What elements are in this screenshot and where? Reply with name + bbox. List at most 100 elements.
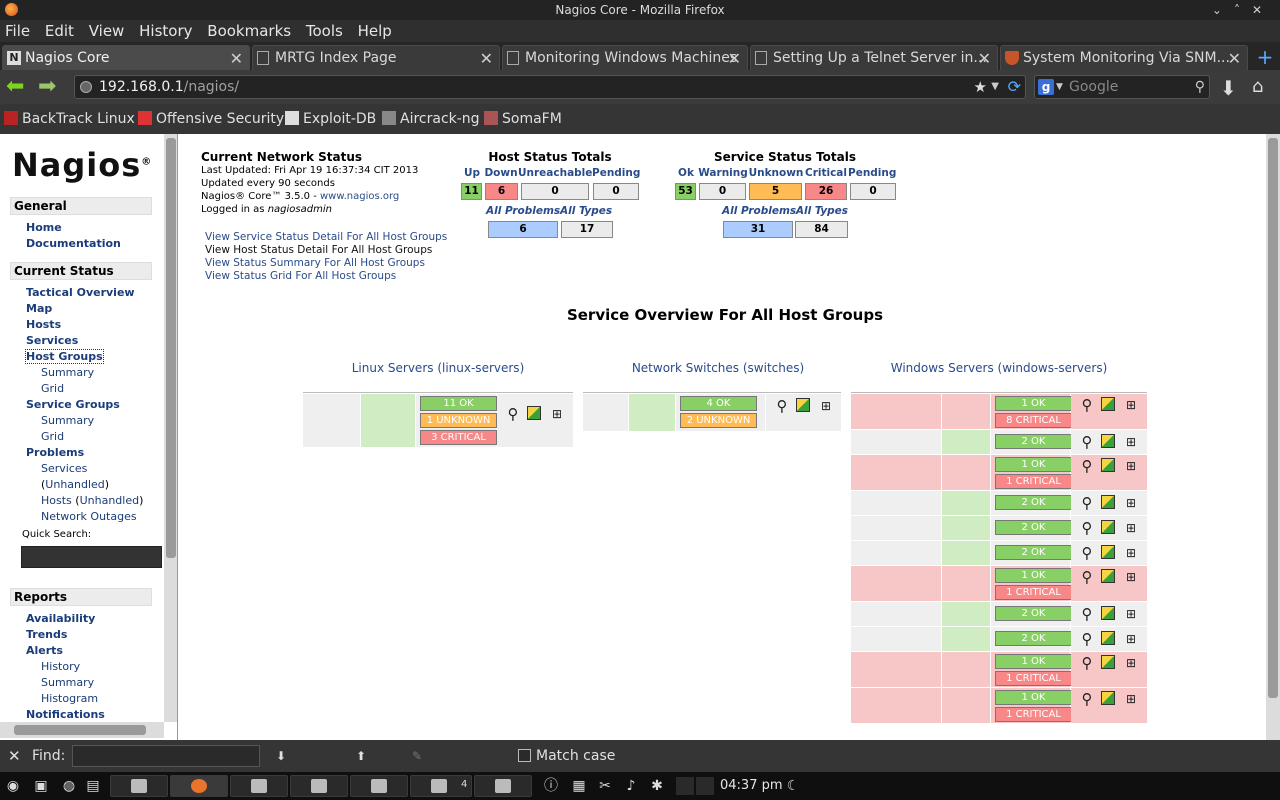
tab-snmp[interactable]: System Monitoring Via SNM... ✕ <box>1000 45 1248 70</box>
service-badge-critical[interactable]: 1 CRITICAL <box>995 585 1072 600</box>
bookmark-somafm[interactable]: SomaFM <box>484 104 562 134</box>
bookmark-backtrack[interactable]: BackTrack Linux <box>4 104 135 134</box>
forward-button[interactable]: ➡ <box>38 76 62 98</box>
link-notifications[interactable]: Notifications <box>26 708 105 721</box>
host-cell[interactable] <box>851 430 941 454</box>
link-service-status-detail[interactable]: View Service Status Detail For All Host … <box>205 231 447 243</box>
close-find-icon[interactable]: ✕ <box>8 740 21 772</box>
taskbar-window-3[interactable] <box>230 775 288 797</box>
svc-hdr-warning[interactable]: Warning <box>698 167 748 179</box>
network-map-icon[interactable]: ⊞ <box>1123 520 1139 536</box>
volume-icon[interactable]: ♪ <box>622 777 640 795</box>
link-problem-services[interactable]: Services <box>41 462 87 475</box>
host-cell[interactable] <box>303 394 360 447</box>
service-badge-critical[interactable]: 1 CRITICAL <box>995 707 1072 722</box>
close-tab-icon[interactable]: ✕ <box>230 46 243 70</box>
service-badge-ok[interactable]: 2 OK <box>995 520 1072 535</box>
network-map-icon[interactable]: ⊞ <box>1123 631 1139 647</box>
svc-count-critical[interactable]: 26 <box>805 183 847 200</box>
bluetooth-icon[interactable]: ✱ <box>648 777 666 795</box>
link-hosts[interactable]: Hosts <box>26 318 61 331</box>
magnifier-icon[interactable]: ⚲ <box>1079 520 1095 536</box>
scrollbar-thumb[interactable] <box>166 138 176 558</box>
bookmark-star-icon[interactable]: ★ <box>974 76 987 98</box>
link-host-groups[interactable]: Host Groups <box>25 349 104 364</box>
menu-file[interactable]: File <box>5 22 30 40</box>
sidebar-vertical-scrollbar[interactable] <box>164 134 177 722</box>
link-host-status-detail[interactable]: View Host Status Detail For All Host Gro… <box>205 244 432 256</box>
menu-bookmarks[interactable]: Bookmarks <box>207 22 291 40</box>
host-cell[interactable] <box>851 602 941 626</box>
host-detail-icon[interactable] <box>1101 655 1115 669</box>
host-detail-icon[interactable] <box>1101 495 1115 509</box>
menu-help[interactable]: Help <box>358 22 392 40</box>
magnifier-icon[interactable]: ⚲ <box>774 398 790 414</box>
scrollbar-thumb[interactable] <box>1268 138 1278 698</box>
link-availability[interactable]: Availability <box>26 612 95 625</box>
host-detail-icon[interactable] <box>1101 458 1115 472</box>
service-badge-unknown[interactable]: 1 UNKNOWN <box>420 413 497 428</box>
host-cell[interactable] <box>851 516 941 540</box>
host-hdr-all-types[interactable]: All Types <box>560 205 612 217</box>
group-alias-link[interactable]: switches <box>748 361 800 375</box>
network-map-icon[interactable]: ⊞ <box>818 398 834 414</box>
svc-count-warning[interactable]: 0 <box>699 183 746 200</box>
svc-hdr-unknown[interactable]: Unknown <box>748 167 804 179</box>
tab-telnet-server[interactable]: Setting Up a Telnet Server in... ✕ <box>750 45 998 70</box>
service-badge-ok[interactable]: 1 OK <box>995 396 1072 411</box>
link-services[interactable]: Services <box>26 334 78 347</box>
link-servicegroup-grid[interactable]: Grid <box>41 430 64 443</box>
menu-edit[interactable]: Edit <box>45 22 74 40</box>
match-case-checkbox[interactable] <box>518 749 531 762</box>
find-next-icon[interactable]: ⬇ <box>276 740 286 772</box>
close-tab-icon[interactable]: ✕ <box>480 46 493 70</box>
svc-hdr-pending[interactable]: Pending <box>848 167 896 179</box>
link-hostgroup-summary[interactable]: Summary <box>41 366 94 379</box>
host-hdr-unreachable[interactable]: Unreachable <box>518 167 592 179</box>
host-detail-icon[interactable] <box>1101 606 1115 620</box>
svc-count-pending[interactable]: 0 <box>850 183 896 200</box>
power-icon[interactable]: ☾ <box>784 777 802 795</box>
link-alerts[interactable]: Alerts <box>26 644 63 657</box>
service-badge-critical[interactable]: 8 CRITICAL <box>995 413 1072 428</box>
scrollbar-thumb[interactable] <box>14 725 146 735</box>
nagios-logo[interactable]: Nagios® <box>12 146 152 184</box>
workspace-1[interactable] <box>676 777 694 795</box>
magnifier-icon[interactable]: ⚲ <box>1079 691 1095 707</box>
clock[interactable]: 04:37 pm <box>720 772 783 800</box>
host-cell[interactable] <box>851 541 941 565</box>
menu-tools[interactable]: Tools <box>306 22 343 40</box>
taskbar-window-1[interactable] <box>110 775 168 797</box>
group-alias-link[interactable]: windows-servers <box>1002 361 1102 375</box>
host-count-all-problems[interactable]: 6 <box>488 221 558 238</box>
close-tab-icon[interactable]: ✕ <box>728 46 741 70</box>
host-hdr-up[interactable]: Up <box>460 167 484 179</box>
host-detail-icon[interactable] <box>1101 434 1115 448</box>
sidebar-horizontal-scrollbar[interactable] <box>0 722 164 738</box>
find-input[interactable] <box>72 745 260 767</box>
back-button[interactable]: ⬅ <box>6 76 30 98</box>
network-map-icon[interactable]: ⊞ <box>1123 495 1139 511</box>
host-detail-icon[interactable] <box>1101 631 1115 645</box>
magnifier-icon[interactable]: ⚲ <box>1079 495 1095 511</box>
service-badge-unknown[interactable]: 2 UNKNOWN <box>680 413 757 428</box>
link-documentation[interactable]: Documentation <box>26 237 121 250</box>
host-cell[interactable] <box>583 394 628 431</box>
host-detail-icon[interactable] <box>1101 545 1115 559</box>
scissors-icon[interactable]: ✂ <box>596 777 614 795</box>
magnifier-icon[interactable]: ⚲ <box>1079 397 1095 413</box>
link-tactical-overview[interactable]: Tactical Overview <box>26 286 135 299</box>
network-map-icon[interactable]: ⊞ <box>1123 655 1139 671</box>
service-badge-ok[interactable]: 1 OK <box>995 568 1072 583</box>
network-map-icon[interactable]: ⊞ <box>1123 458 1139 474</box>
svc-hdr-all-problems[interactable]: All Problems <box>722 205 796 217</box>
menu-view[interactable]: View <box>89 22 125 40</box>
search-icon[interactable]: ⚲ <box>1195 76 1205 98</box>
nagios-link[interactable]: www.nagios.org <box>320 191 399 202</box>
main-vertical-scrollbar[interactable] <box>1266 134 1280 740</box>
window-controls[interactable]: ⌄˄✕ <box>1212 0 1274 20</box>
host-cell[interactable] <box>851 491 941 515</box>
host-detail-icon[interactable] <box>1101 691 1115 705</box>
host-detail-icon[interactable] <box>1101 397 1115 411</box>
reload-icon[interactable]: ⟳ <box>1008 76 1021 98</box>
